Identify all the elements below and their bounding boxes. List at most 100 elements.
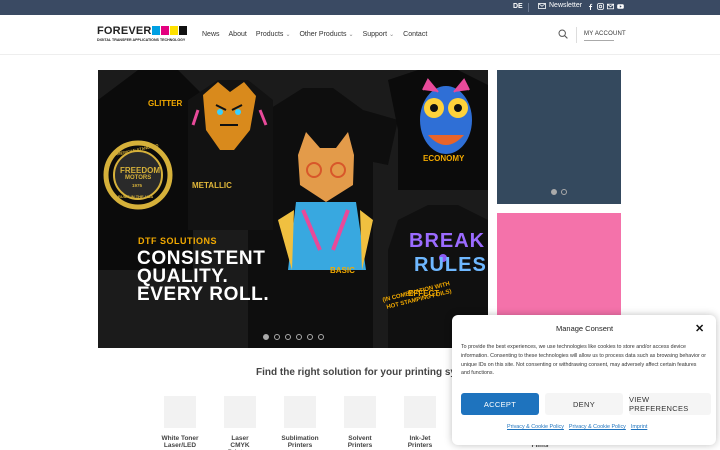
hero-headline: CONSISTENT QUALITY. EVERY ROLL.	[137, 249, 269, 304]
consent-text: To provide the best experiences, we use …	[461, 344, 706, 377]
language-switch[interactable]: DE	[513, 3, 523, 10]
my-account-link[interactable]: MY ACCOUNT	[584, 31, 626, 37]
hero-artwork	[98, 70, 488, 348]
seal-main-text: FREEDOM	[120, 166, 160, 175]
product-name: Solvent Printers	[338, 435, 382, 449]
nav-other-products[interactable]: Other Products ⌄	[299, 31, 353, 38]
nav-label: Products	[255, 31, 284, 38]
nav-news[interactable]: News	[202, 31, 220, 38]
side-banner[interactable]	[497, 213, 621, 323]
nav-label: Support	[362, 31, 388, 38]
product-category[interactable]: LaserCMYK Printers	[218, 396, 262, 450]
logo-color-blocks	[152, 26, 187, 35]
hero-slider[interactable]: GLITTER METALLIC ECONOMY BASIC EFFECT (I…	[98, 70, 488, 348]
consent-title: Manage Consent	[556, 324, 614, 333]
accept-button[interactable]: ACCEPT	[461, 393, 539, 415]
product-name: Ink-Jet Printers	[398, 435, 442, 449]
label-glitter: GLITTER	[148, 99, 183, 108]
deny-button[interactable]: DENY	[545, 393, 623, 415]
consent-links: Privacy & Cookie Policy Privacy & Cookie…	[507, 424, 647, 430]
hero-eyebrow: DTF SOLUTIONS	[138, 236, 217, 246]
consent-dialog: Manage Consent ✕ To provide the best exp…	[452, 315, 716, 445]
youtube-icon[interactable]	[617, 3, 624, 10]
privacy-cookie-policy-link[interactable]: Privacy & Cookie Policy	[507, 424, 564, 430]
product-name: LaserCMYK Printers	[218, 435, 262, 450]
product-category[interactable]: White Toner Laser/LED	[158, 396, 202, 449]
slider-dot[interactable]	[296, 334, 302, 340]
product-thumbnail	[404, 396, 436, 428]
product-name-line: White Toner	[161, 435, 199, 442]
hero-slider-dots	[263, 334, 324, 340]
product-category[interactable]: Ink-Jet Printers	[398, 396, 442, 449]
nav-support[interactable]: Support ⌄	[363, 31, 395, 38]
close-icon[interactable]: ✕	[695, 322, 704, 335]
label-economy: ECONOMY	[423, 154, 465, 163]
product-name-line: Ink-Jet	[409, 435, 431, 442]
nav-contact[interactable]: Contact	[403, 31, 427, 38]
product-category[interactable]: Sublimation Printers	[278, 396, 322, 449]
account-underline	[584, 40, 614, 41]
slider-dot[interactable]	[551, 189, 557, 195]
product-thumbnail	[164, 396, 196, 428]
site-header: FOREVER DIGITAL TRANSFER APPLICATIONS TE…	[0, 15, 720, 55]
envelope-icon	[538, 2, 546, 9]
logo-block-yellow	[170, 26, 178, 35]
product-name-line: Sublimation	[281, 435, 319, 442]
slider-dot[interactable]	[263, 334, 269, 340]
slider-dot[interactable]	[307, 334, 313, 340]
side-slider[interactable]	[497, 70, 621, 204]
product-name-line: Laser/LED	[163, 442, 197, 449]
logo-block-black	[179, 26, 187, 35]
mail-icon[interactable]	[607, 3, 614, 10]
logo-tagline: DIGITAL TRANSFER APPLICATIONS TECHNOLOGY	[97, 38, 186, 42]
view-preferences-button[interactable]: VIEW PREFERENCES	[629, 393, 711, 415]
seal-bottom-text: BUILT IN THE USA	[118, 194, 154, 199]
product-name-line: Laser	[231, 435, 249, 442]
product-name-line: Printers	[347, 442, 373, 449]
product-category[interactable]: Solvent Printers	[338, 396, 382, 449]
logo-block-cyan	[152, 26, 160, 35]
chevron-down-icon: ⌄	[348, 32, 354, 38]
nav-label: Contact	[403, 31, 428, 38]
slider-dot[interactable]	[274, 334, 280, 340]
logo-wordmark: FOREVER	[97, 25, 152, 37]
seal-year-text: 1975	[132, 183, 143, 188]
slider-dot[interactable]	[561, 189, 567, 195]
search-icon[interactable]	[558, 29, 568, 39]
slider-dot[interactable]	[285, 334, 291, 340]
instagram-icon[interactable]	[597, 3, 604, 10]
label-rules: RULES	[414, 254, 487, 276]
side-slider-dots	[551, 189, 567, 195]
newsletter-label: Newsletter	[549, 2, 583, 9]
nav-about[interactable]: About	[229, 31, 247, 38]
divider	[528, 3, 529, 12]
product-thumbnail	[284, 396, 316, 428]
slider-dot[interactable]	[318, 334, 324, 340]
label-metallic: METALLIC	[192, 181, 232, 190]
label-basic: BASIC	[330, 266, 355, 275]
social-links	[587, 3, 624, 10]
divider	[576, 27, 577, 43]
imprint-link[interactable]: Imprint	[631, 424, 647, 430]
nav-label: About	[228, 31, 247, 38]
top-bar: DE Newsletter	[0, 0, 720, 15]
nav-label: News	[202, 31, 220, 38]
product-name-line: CMYK Printers	[228, 442, 253, 450]
product-name: Sublimation Printers	[278, 435, 322, 449]
product-name-line: Printers	[407, 442, 433, 449]
product-name-line: Printers	[287, 442, 313, 449]
chevron-down-icon: ⌄	[389, 32, 395, 38]
product-name-line: Solvent	[348, 435, 372, 442]
label-break: BREAK	[409, 230, 486, 252]
solutions-heading: Find the right solution for your printin…	[256, 367, 465, 378]
product-thumbnail	[344, 396, 376, 428]
privacy-cookie-policy-link[interactable]: Privacy & Cookie Policy	[569, 424, 626, 430]
facebook-icon[interactable]	[587, 3, 594, 10]
nav-products[interactable]: Products ⌄	[256, 31, 291, 38]
newsletter-link[interactable]: Newsletter	[538, 2, 582, 9]
product-name: White Toner Laser/LED	[158, 435, 202, 449]
product-thumbnail	[224, 396, 256, 428]
main-nav: News About Products ⌄ Other Products ⌄ Sup…	[202, 31, 427, 38]
seal-sub-text: MOTORS	[125, 175, 152, 181]
forever-logo[interactable]: FOREVER DIGITAL TRANSFER APPLICATIONS TE…	[97, 25, 189, 45]
